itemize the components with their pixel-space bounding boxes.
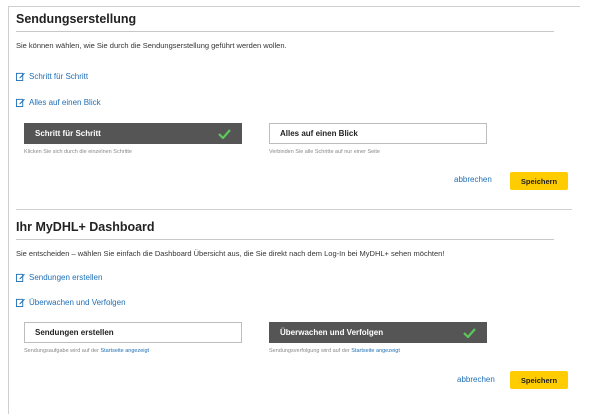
option-step-by-step[interactable]: Schritt für Schritt <box>24 123 242 144</box>
step-by-step-link[interactable]: Schritt für Schritt <box>16 72 88 81</box>
checkmark-icon <box>218 128 231 139</box>
save-button[interactable]: Speichern <box>510 172 568 190</box>
create-shipments-link[interactable]: Sendungen erstellen <box>16 273 102 282</box>
checkmark-icon <box>463 327 476 338</box>
hint-text: Sendungsaufgabe wird auf der <box>24 348 101 354</box>
edit-icon <box>16 72 25 81</box>
cancel-link[interactable]: abbrechen <box>457 375 495 384</box>
section-divider <box>16 209 572 210</box>
save-button[interactable]: Speichern <box>510 371 568 389</box>
option-hint: Sendungsaufgabe wird auf der Startseite … <box>24 348 149 354</box>
edit-icon <box>16 273 25 282</box>
link-label: Überwachen und Verfolgen <box>29 298 126 307</box>
option-label: Alles auf einen Blick <box>280 129 358 138</box>
hint-text: Sendungsverfolgung wird auf der <box>269 348 352 354</box>
edit-icon <box>16 298 25 307</box>
link-label: Sendungen erstellen <box>29 273 103 282</box>
link-label: Schritt für Schritt <box>29 72 89 81</box>
option-create-shipments[interactable]: Sendungen erstellen <box>24 322 242 343</box>
title-divider <box>16 31 554 32</box>
option-hint: Klicken Sie sich durch die einzelnen Sch… <box>24 149 132 155</box>
cancel-link[interactable]: abbrechen <box>454 175 492 184</box>
edit-icon <box>16 98 25 107</box>
all-at-a-glance-link[interactable]: Alles auf einen Blick <box>16 98 101 107</box>
section-title: Sendungserstellung <box>16 12 137 26</box>
option-all-at-a-glance[interactable]: Alles auf einen Blick <box>269 123 487 144</box>
option-label: Schritt für Schritt <box>35 129 101 138</box>
option-label: Sendungen erstellen <box>35 328 114 337</box>
track-and-trace-link[interactable]: Überwachen und Verfolgen <box>16 298 126 307</box>
homepage-link[interactable]: Startseite angezeigt <box>100 348 149 354</box>
homepage-link[interactable]: Startseite angezeigt <box>351 348 400 354</box>
option-hint: Sendungsverfolgung wird auf der Startsei… <box>269 348 400 354</box>
option-label: Überwachen und Verfolgen <box>280 328 384 337</box>
section-title: Ihr MyDHL+ Dashboard <box>16 220 155 234</box>
section-description: Sie können wählen, wie Sie durch die Sen… <box>16 41 287 50</box>
option-hint: Verbinden Sie alle Schritte auf nur eine… <box>269 149 380 155</box>
title-divider <box>16 239 554 240</box>
section-description: Sie entscheiden – wählen Sie einfach die… <box>16 249 445 258</box>
link-label: Alles auf einen Blick <box>29 98 101 107</box>
option-track-and-trace[interactable]: Überwachen und Verfolgen <box>269 322 487 343</box>
